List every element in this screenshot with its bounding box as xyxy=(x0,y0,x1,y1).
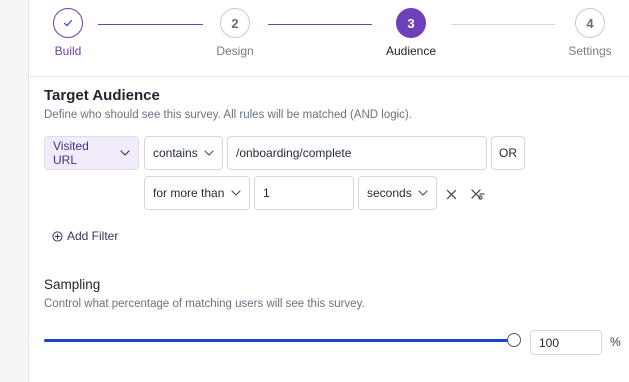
survey-audience-page: Build 2 Design 3 Audience 4 Settings Tar… xyxy=(0,0,629,382)
step-design[interactable]: 2 Design xyxy=(210,8,260,58)
url-value-input[interactable]: /onboarding/complete xyxy=(227,136,487,170)
chevron-down-icon xyxy=(225,190,241,196)
sampling-value-input[interactable]: 100 xyxy=(530,330,602,355)
operator-select[interactable]: contains xyxy=(144,136,223,170)
step-settings[interactable]: 4 Settings xyxy=(565,8,615,58)
duration-operator-select[interactable]: for more than xyxy=(144,176,250,210)
step-connector xyxy=(268,24,372,25)
sampling-title: Sampling xyxy=(44,277,101,292)
step-connector xyxy=(451,24,555,25)
sampling-slider-thumb[interactable] xyxy=(507,333,521,347)
target-audience-title: Target Audience xyxy=(44,87,160,104)
check-icon xyxy=(63,19,73,27)
duration-unit-value: seconds xyxy=(367,186,412,200)
attribute-select[interactable]: Visited URL xyxy=(44,136,139,170)
step-label: Audience xyxy=(385,44,437,58)
step-circle: 2 xyxy=(220,8,250,38)
sampling-slider-fill xyxy=(44,339,514,342)
chevron-down-icon xyxy=(114,150,130,156)
branch-filter-button[interactable] xyxy=(469,185,487,203)
chevron-down-icon xyxy=(412,190,428,196)
duration-operator-value: for more than xyxy=(153,186,225,200)
sampling-description: Control what percentage of matching user… xyxy=(44,298,365,310)
step-circle: 4 xyxy=(575,8,605,38)
step-connector xyxy=(98,24,203,25)
step-label: Build xyxy=(54,44,82,58)
step-circle-build xyxy=(53,8,83,38)
plus-circle-icon xyxy=(52,230,63,242)
operator-select-value: contains xyxy=(153,146,198,160)
duration-value-text: 1 xyxy=(263,186,270,200)
or-button[interactable]: OR xyxy=(491,136,525,170)
url-value-text: /onboarding/complete xyxy=(236,146,352,160)
target-audience-description: Define who should see this survey. All r… xyxy=(44,109,412,121)
attribute-select-value: Visited URL xyxy=(53,139,89,167)
step-circle: 3 xyxy=(396,8,426,38)
add-filter-label: Add Filter xyxy=(67,229,119,243)
duration-value-input[interactable]: 1 xyxy=(254,176,354,210)
sampling-value-text: 100 xyxy=(539,335,560,350)
add-filter-button[interactable]: Add Filter xyxy=(52,229,118,243)
left-rail xyxy=(0,0,29,382)
step-audience[interactable]: 3 Audience xyxy=(379,8,443,58)
step-label: Settings xyxy=(568,44,612,58)
percent-symbol: % xyxy=(610,335,621,349)
step-label: Design xyxy=(216,44,254,58)
chevron-down-icon xyxy=(198,150,214,156)
duration-unit-select[interactable]: seconds xyxy=(358,176,437,210)
or-button-label: OR xyxy=(499,146,517,160)
stepper: Build 2 Design 3 Audience 4 Settings xyxy=(28,0,629,77)
close-icon xyxy=(446,189,456,199)
branch-icon xyxy=(471,189,485,200)
step-build[interactable]: Build xyxy=(48,8,88,58)
remove-filter-button[interactable] xyxy=(443,186,459,202)
